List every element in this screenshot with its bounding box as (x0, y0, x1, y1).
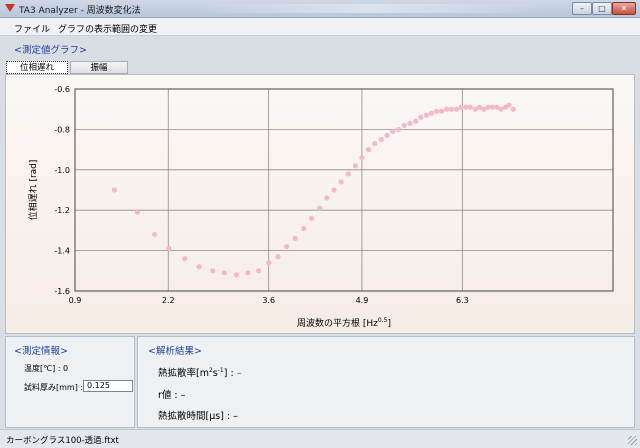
minimize-button[interactable]: – (572, 2, 592, 15)
data-point (338, 179, 344, 185)
menu-file[interactable]: ファイル (14, 22, 50, 35)
thickness-label: 試料厚み[mm] : (24, 383, 84, 392)
data-point (317, 205, 323, 211)
data-point (331, 187, 337, 193)
y-axis-label: 位相遅れ [rad] (27, 160, 39, 221)
data-point (458, 104, 464, 110)
data-point (433, 108, 440, 114)
data-point (418, 114, 424, 120)
x-axis-label: 周波数の平方根 [Hz0.5] (297, 317, 391, 329)
x-tick-label: 0.9 (69, 296, 82, 305)
diffusion-time-value: – (233, 411, 238, 422)
x-tick-label: 2.2 (162, 296, 175, 305)
r-value-label: r値 : – (158, 390, 186, 401)
r-value: – (180, 390, 186, 401)
data-point (359, 155, 365, 161)
analysis-results-panel: <解析結果> 熱拡散率[m2s-1] : – r値 : – 熱拡散時間[μs] … (137, 336, 635, 428)
data-point (309, 215, 315, 221)
data-point (423, 112, 430, 118)
data-point (275, 254, 281, 260)
data-point (378, 136, 384, 143)
titlebar-glass (190, 4, 550, 13)
y-tick-label: -1.4 (54, 247, 70, 256)
data-points (111, 102, 516, 278)
y-tick-label: -1.6 (54, 287, 70, 296)
data-point (506, 102, 512, 108)
temperature-label: 温度[℃] : 0 (24, 364, 69, 373)
y-tick-label: -0.6 (54, 85, 70, 94)
data-point (443, 106, 450, 112)
data-point (438, 108, 445, 114)
x-tick-label: 4.9 (356, 296, 369, 305)
data-point (407, 120, 413, 126)
plot-panel: 0.9 2.2 3.6 4.9 6.3 -0.6 -0.8 -1.0 -1.2 -1.4 -1.6 … (5, 74, 635, 334)
data-point (196, 264, 202, 270)
x-tick-label: 3.6 (262, 296, 275, 305)
data-point (182, 256, 188, 262)
data-point (221, 270, 227, 276)
app-logo-icon (5, 4, 15, 12)
status-bar: カーボングラス100-透過.ftxt (0, 429, 640, 448)
x-tick-label: 6.3 (456, 296, 469, 305)
data-point (266, 260, 272, 266)
data-point (111, 187, 118, 193)
y-tick-label: -1.0 (54, 166, 70, 175)
maximize-button[interactable]: □ (592, 2, 612, 15)
tab-amplitude[interactable]: 振幅 (70, 61, 128, 74)
diffusivity-label: 熱拡散率[m2s-1] : – (158, 366, 242, 379)
data-point (233, 272, 239, 278)
window-title: TA3 Analyzer - 周波数変化法 (19, 6, 141, 16)
thickness-input[interactable]: 0.125 (83, 380, 133, 392)
data-point (245, 270, 251, 276)
data-point (256, 268, 262, 274)
graph-section-title: <測定値グラフ> (14, 45, 87, 56)
data-point (365, 147, 371, 153)
data-point (134, 209, 141, 215)
menu-graph-range[interactable]: グラフの表示範囲の変更 (58, 22, 157, 35)
measurement-info-panel: <測定情報> 温度[℃] : 0 試料厚み[mm] : 0.125 (5, 336, 135, 428)
diffusivity-value: – (236, 368, 242, 379)
data-point (384, 132, 390, 139)
title-bar: TA3 Analyzer - 周波数変化法 – □ ✕ (0, 0, 640, 18)
plot-frame (74, 88, 614, 292)
data-point (345, 171, 351, 177)
data-point (467, 104, 473, 110)
data-point (352, 163, 359, 169)
data-point (510, 106, 516, 112)
data-point (324, 195, 330, 201)
data-point (390, 128, 396, 135)
data-point (413, 118, 419, 124)
diffusion-time-label: 熱拡散時間[μs] : – (158, 411, 238, 422)
data-point (210, 268, 216, 274)
chart-ticks: 0.9 2.2 3.6 4.9 6.3 -0.6 -0.8 -1.0 -1.2 -1.4 -1.6 (54, 85, 468, 305)
y-tick-label: -1.2 (54, 206, 70, 215)
temperature-value: 0 (63, 364, 69, 373)
menu-bar: ファイル グラフの表示範囲の変更 (0, 18, 640, 36)
data-point (395, 126, 402, 132)
y-tick-label: -0.8 (54, 125, 70, 134)
status-file-name: カーボングラス100-透過.ftxt (6, 436, 119, 446)
data-point (401, 122, 407, 128)
measurement-info-title: <測定情報> (14, 346, 68, 357)
phase-lag-chart: 0.9 2.2 3.6 4.9 6.3-0.6-0.8-1.0-1.2-1.4-1.6 … (27, 85, 614, 329)
close-button[interactable]: ✕ (612, 2, 636, 15)
data-point (372, 140, 378, 147)
tab-phase-lag[interactable]: 位相遅れ (6, 61, 68, 74)
data-point (152, 231, 158, 238)
data-point (166, 245, 172, 252)
data-point (301, 225, 307, 231)
resize-grip-icon[interactable] (628, 436, 637, 445)
data-point (292, 235, 298, 242)
data-point (284, 243, 290, 250)
analysis-results-title: <解析結果> (148, 346, 202, 357)
data-point (449, 106, 455, 112)
data-point (428, 110, 435, 116)
chart-grid (74, 88, 613, 292)
